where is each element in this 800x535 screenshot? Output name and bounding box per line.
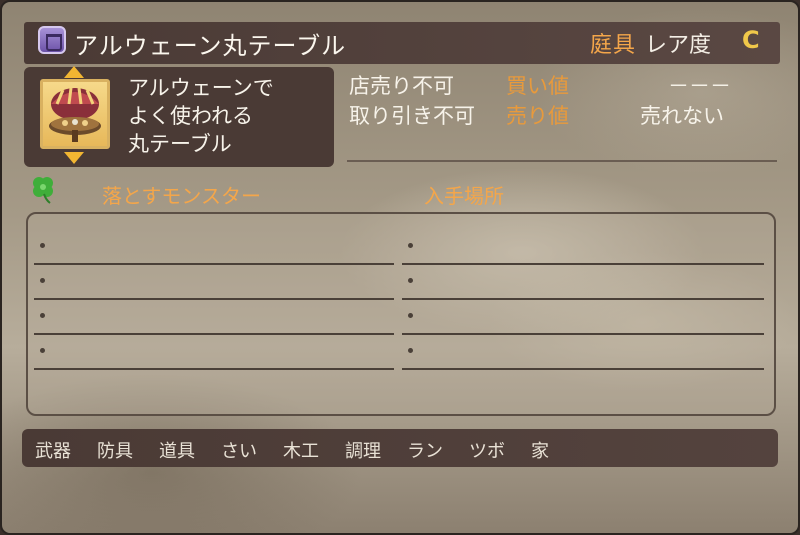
scroll-up-arrow-icon[interactable] [64,66,84,78]
item-detail-panel: アルウェーン丸テーブル 庭具 レア度 C アルウェーンで よく使われる 丸テーブ… [0,0,800,535]
furniture-category-icon [38,26,66,54]
craft-category-cooking[interactable]: 調理 [345,437,381,463]
item-description-line: 丸テーブル [128,132,232,156]
location-row-bullet [408,348,413,353]
divider [347,160,777,162]
monster-row-bullet [40,243,45,248]
craft-category-house[interactable]: 家 [531,437,549,463]
craft-category-sewing[interactable]: さい [221,437,257,463]
craft-category-weapon[interactable]: 武器 [35,437,71,463]
monster-row[interactable] [34,263,394,265]
craft-category-armor[interactable]: 防具 [97,437,133,463]
craft-category-pot[interactable]: ツボ [469,437,505,463]
monster-row[interactable] [34,368,394,370]
buy-price-value: －－－ [668,74,731,98]
location-row[interactable] [402,263,764,265]
buy-price-label: 買い値 [506,74,569,98]
scroll-down-arrow-icon[interactable] [64,152,84,164]
item-title: アルウェーン丸テーブル [74,32,347,60]
monster-row[interactable] [34,298,394,300]
monster-row-bullet [40,278,45,283]
trade-status: 取り引き不可 [349,104,475,128]
location-row[interactable] [402,368,764,370]
shop-sell-status: 店売り不可 [349,74,454,98]
clover-icon [30,174,56,204]
craft-category-bar [22,429,778,467]
monster-row-bullet [40,313,45,318]
dropping-monsters-header: 落とすモンスター [102,184,261,208]
monster-row-bullet [40,348,45,353]
craft-category-woodwork[interactable]: 木工 [283,437,319,463]
rarity-value: C [742,26,760,54]
item-description-line: よく使われる [128,104,253,128]
sell-price-value: 売れない [640,104,724,128]
monster-row[interactable] [34,333,394,335]
item-type-label: 庭具 [590,33,637,58]
craft-category-lamp[interactable]: ラン [407,437,443,463]
round-table-item-icon [40,79,110,149]
location-row-bullet [408,243,413,248]
rarity-label: レア度 [645,33,712,58]
location-row[interactable] [402,298,764,300]
location-row-bullet [408,278,413,283]
craft-category-tool[interactable]: 道具 [159,437,195,463]
location-row[interactable] [402,333,764,335]
drop-list-box [26,212,776,416]
item-description-line: アルウェーンで [128,76,274,100]
location-row-bullet [408,313,413,318]
sell-price-label: 売り値 [506,104,569,128]
obtain-location-header: 入手場所 [424,184,504,208]
